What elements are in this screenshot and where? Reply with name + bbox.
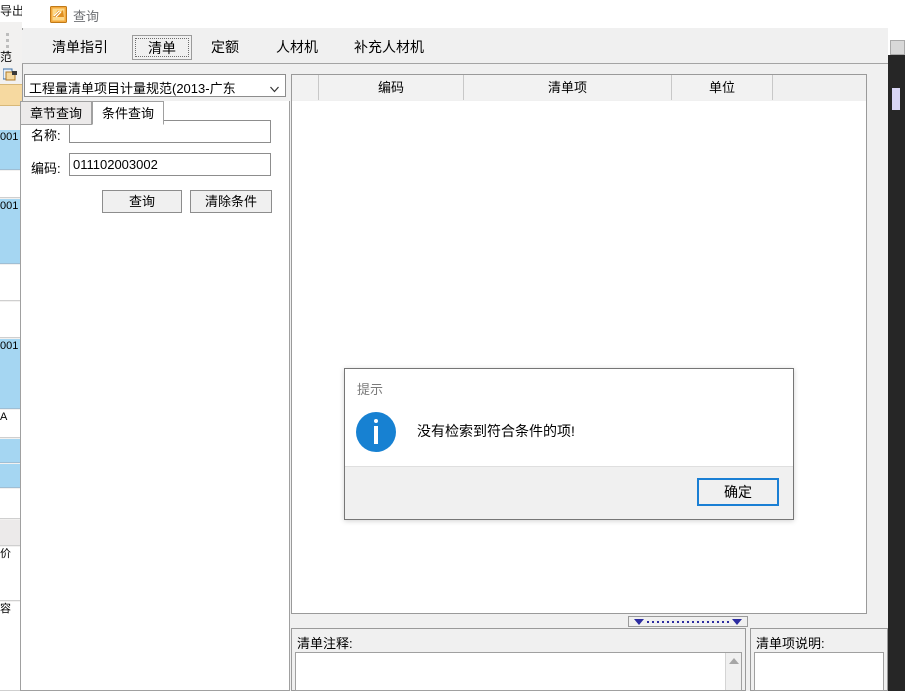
tab-1[interactable]: 清单指引 bbox=[32, 35, 128, 60]
background-row: 001 bbox=[0, 130, 22, 170]
grid-column-header[interactable]: 编码 bbox=[319, 75, 464, 100]
background-row bbox=[0, 520, 22, 546]
query-tab-2[interactable]: 条件查询 bbox=[92, 101, 164, 125]
chevron-down-icon bbox=[270, 82, 279, 93]
scroll-up-icon[interactable] bbox=[729, 658, 739, 664]
triangle-down-icon[interactable] bbox=[732, 619, 742, 625]
splitter-dots bbox=[647, 621, 731, 623]
list-item-desc-panel: 清单项说明: bbox=[750, 628, 888, 691]
info-icon bbox=[356, 412, 396, 452]
list-note-scrollbar[interactable] bbox=[725, 653, 741, 690]
background-row bbox=[0, 265, 22, 301]
message-dialog: 提示 没有检索到符合条件的项! 确定 bbox=[344, 368, 794, 520]
tab-label: 清单 bbox=[135, 38, 189, 57]
list-note-box[interactable] bbox=[295, 652, 742, 691]
background-row: 001 bbox=[0, 339, 22, 409]
standard-select[interactable]: 工程量清单项目计量规范(2013-广东 bbox=[24, 74, 286, 97]
tab-4[interactable]: 人材机 bbox=[258, 35, 336, 60]
background-row: 容 bbox=[0, 602, 22, 691]
dark-side-panel bbox=[888, 55, 905, 691]
results-grid: 编码 清单项 单位 bbox=[291, 74, 867, 614]
list-item-desc-box[interactable] bbox=[754, 652, 884, 691]
main-tab-strip: 清单指引 清单 定额 人材机 补充人材机 bbox=[22, 30, 888, 64]
dialog-message: 没有检索到符合条件的项! bbox=[417, 423, 575, 439]
grid-column-header[interactable]: 单位 bbox=[672, 75, 773, 100]
grid-column-header[interactable]: 清单项 bbox=[464, 75, 672, 100]
dark-panel-accent bbox=[892, 88, 900, 110]
ok-button[interactable]: 确定 bbox=[697, 478, 779, 506]
name-field-label: 名称: bbox=[31, 128, 61, 143]
background-row bbox=[0, 171, 22, 198]
list-note-panel: 清单注释: bbox=[291, 628, 746, 691]
tab-3[interactable]: 定额 bbox=[194, 35, 256, 60]
query-condition-panel: 名称: 编码: 查询 清除条件 bbox=[20, 101, 290, 691]
background-row: A bbox=[0, 410, 22, 438]
background-label: 导出 bbox=[0, 4, 25, 18]
query-panel-tabs: 章节查询 条件查询 bbox=[20, 101, 290, 125]
window-corner-button[interactable] bbox=[890, 40, 905, 55]
code-input[interactable] bbox=[69, 153, 271, 176]
background-row bbox=[0, 464, 22, 488]
documents-icon bbox=[50, 6, 67, 23]
background-row bbox=[0, 302, 22, 338]
results-grid-header: 编码 清单项 单位 bbox=[292, 75, 866, 102]
background-row: 价 bbox=[0, 547, 22, 601]
triangle-down-icon[interactable] bbox=[634, 619, 644, 625]
clear-conditions-button[interactable]: 清除条件 bbox=[190, 190, 272, 213]
splitter-handle[interactable] bbox=[628, 616, 748, 627]
tab-2[interactable]: 清单 bbox=[132, 35, 192, 60]
standard-select-value: 工程量清单项目计量规范(2013-广东 bbox=[29, 81, 236, 96]
dialog-footer: 确定 bbox=[345, 466, 793, 519]
query-window-title: 查询 bbox=[73, 9, 100, 24]
query-tab-1[interactable]: 章节查询 bbox=[20, 101, 92, 125]
background-row bbox=[0, 489, 22, 519]
background-row: 001 bbox=[0, 199, 22, 264]
dialog-title: 提示 bbox=[357, 382, 384, 397]
list-note-label: 清单注释: bbox=[297, 636, 353, 651]
list-item-desc-label: 清单项说明: bbox=[756, 636, 825, 651]
search-button[interactable]: 查询 bbox=[102, 190, 182, 213]
background-toolbar-icon[interactable] bbox=[2, 68, 18, 81]
background-label: 范 bbox=[0, 50, 13, 64]
code-field-label: 编码: bbox=[31, 161, 61, 176]
background-highlight-row bbox=[0, 84, 22, 106]
background-row bbox=[0, 439, 22, 463]
query-window-titlebar: 查询 bbox=[22, 0, 888, 28]
tab-5[interactable]: 补充人材机 bbox=[338, 35, 440, 60]
results-grid-body[interactable] bbox=[292, 101, 866, 613]
panel-splitter[interactable] bbox=[291, 616, 867, 628]
grid-column-header[interactable] bbox=[292, 75, 319, 100]
